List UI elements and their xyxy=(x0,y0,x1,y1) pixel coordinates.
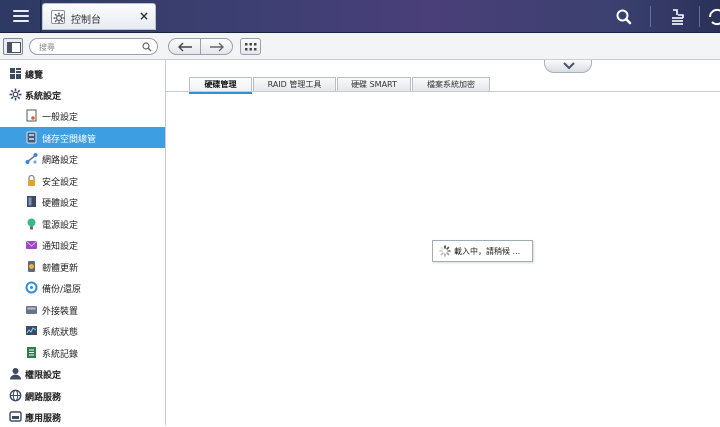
tab-disk-management[interactable]: 硬碟管理 xyxy=(189,77,252,94)
system-status-icon xyxy=(25,324,38,337)
external-device-icon xyxy=(25,303,38,316)
network-service-icon xyxy=(9,389,22,402)
sidebar-item-label: 外接裝置 xyxy=(42,307,79,317)
toolbar xyxy=(0,33,720,60)
sidebar-item-label: 網路設定 xyxy=(42,156,79,166)
tab-filesystem-encryption[interactable]: 檔案系統加密 xyxy=(412,77,490,92)
sidebar-item-label: 系統設定 xyxy=(25,92,62,102)
sidebar-item-label: 通知設定 xyxy=(42,242,79,252)
sidebar-item-label: 韌體更新 xyxy=(42,264,79,274)
gear-icon xyxy=(9,88,22,101)
main-content: 硬碟管理 RAID 管理工具 硬碟 SMART 檔案系統加密 載入中，請稍候 .… xyxy=(166,60,720,425)
sidebar-item-label: 儲存空間總管 xyxy=(42,135,97,145)
sidebar: 總覽 系統設定 一般設定 儲存空間總管 網路設定 安全設定 硬體設定 電源設定 … xyxy=(0,60,166,425)
sidebar-item-hardware-settings[interactable]: 硬體設定 xyxy=(0,191,165,212)
firmware-icon xyxy=(25,260,38,273)
spinner-icon xyxy=(439,245,451,257)
sidebar-item-firmware-update[interactable]: 韌體更新 xyxy=(0,256,165,277)
collapse-toggle-button[interactable] xyxy=(544,60,592,73)
sidebar-item-system-log[interactable]: 系統記錄 xyxy=(0,342,165,363)
chevron-down-icon xyxy=(563,62,575,70)
user-icon xyxy=(9,367,22,380)
divider xyxy=(650,6,651,27)
overview-icon xyxy=(9,67,22,80)
sidebar-item-label: 硬體設定 xyxy=(42,199,79,209)
sidebar-item-overview[interactable]: 總覽 xyxy=(0,63,165,84)
sidebar-item-label: 權限設定 xyxy=(25,371,62,381)
close-icon[interactable]: × xyxy=(138,10,150,22)
apps-grid-button[interactable] xyxy=(240,38,261,55)
sidebar-item-network-services[interactable]: 網路服務 xyxy=(0,385,165,406)
arrow-right-icon xyxy=(210,42,224,52)
sidebar-item-security-settings[interactable]: 安全設定 xyxy=(0,170,165,191)
search-input[interactable] xyxy=(39,41,139,53)
arrow-left-icon xyxy=(178,42,192,52)
stack-icon[interactable] xyxy=(667,6,689,28)
notification-icon xyxy=(25,238,38,251)
sidebar-item-application-services[interactable]: 應用服務 xyxy=(0,406,165,427)
sidebar-item-label: 應用服務 xyxy=(25,414,62,424)
forward-button[interactable] xyxy=(200,38,233,55)
sidebar-item-privilege-settings[interactable]: 權限設定 xyxy=(0,363,165,384)
general-settings-icon xyxy=(25,109,38,122)
search-icon[interactable] xyxy=(613,6,635,28)
sidebar-item-notification-settings[interactable]: 通知設定 xyxy=(0,234,165,255)
sidebar-item-general-settings[interactable]: 一般設定 xyxy=(0,105,165,126)
system-log-icon xyxy=(25,346,38,359)
divider xyxy=(699,6,700,27)
search-field[interactable] xyxy=(29,38,158,55)
tab-raid-management[interactable]: RAID 管理工具 xyxy=(253,77,336,92)
sidebar-item-external-device[interactable]: 外接裝置 xyxy=(0,299,165,320)
sidebar-item-label: 備份/還原 xyxy=(42,285,82,295)
search-icon[interactable] xyxy=(142,42,152,55)
sidebar-item-label: 總覽 xyxy=(25,71,44,81)
sidebar-item-system-status[interactable]: 系統狀態 xyxy=(0,320,165,341)
sidebar-toggle-button[interactable] xyxy=(3,38,23,55)
sidebar-item-label: 網路服務 xyxy=(25,393,62,403)
network-icon xyxy=(25,152,38,165)
hardware-icon xyxy=(25,195,38,208)
tab-control-panel[interactable]: 控制台 × xyxy=(42,3,156,30)
storage-icon xyxy=(25,131,38,144)
divider xyxy=(40,0,41,33)
sidebar-item-storage-manager[interactable]: 儲存空間總管 xyxy=(0,127,165,148)
sidebar-item-label: 系統狀態 xyxy=(42,328,79,338)
lock-icon xyxy=(25,174,38,187)
tab-strip-line xyxy=(166,91,720,92)
gear-icon xyxy=(51,10,65,24)
sidebar-item-network-settings[interactable]: 網路設定 xyxy=(0,148,165,169)
back-button[interactable] xyxy=(168,38,201,55)
sidebar-item-backup-restore[interactable]: 備份/還原 xyxy=(0,277,165,298)
grid-icon xyxy=(245,43,257,51)
app-service-icon xyxy=(9,410,22,423)
backup-icon xyxy=(25,281,38,294)
sidebar-item-power-settings[interactable]: 電源設定 xyxy=(0,213,165,234)
loading-text: 載入中，請稍候 ... xyxy=(454,247,521,256)
top-bar: 控制台 × xyxy=(0,0,720,33)
sidebar-item-system-settings[interactable]: 系統設定 xyxy=(0,84,165,105)
tab-disk-smart[interactable]: 硬碟 SMART xyxy=(337,77,411,92)
sidebar-item-label: 安全設定 xyxy=(42,178,79,188)
menu-icon[interactable] xyxy=(8,5,34,27)
loading-indicator: 載入中，請稍候 ... xyxy=(432,240,533,262)
sidebar-item-label: 電源設定 xyxy=(42,221,79,231)
sidebar-item-label: 系統記錄 xyxy=(42,350,79,360)
sidebar-item-label: 一般設定 xyxy=(42,113,79,123)
sync-icon[interactable] xyxy=(706,6,720,28)
tab-title: 控制台 xyxy=(71,15,101,26)
power-icon xyxy=(25,217,38,230)
